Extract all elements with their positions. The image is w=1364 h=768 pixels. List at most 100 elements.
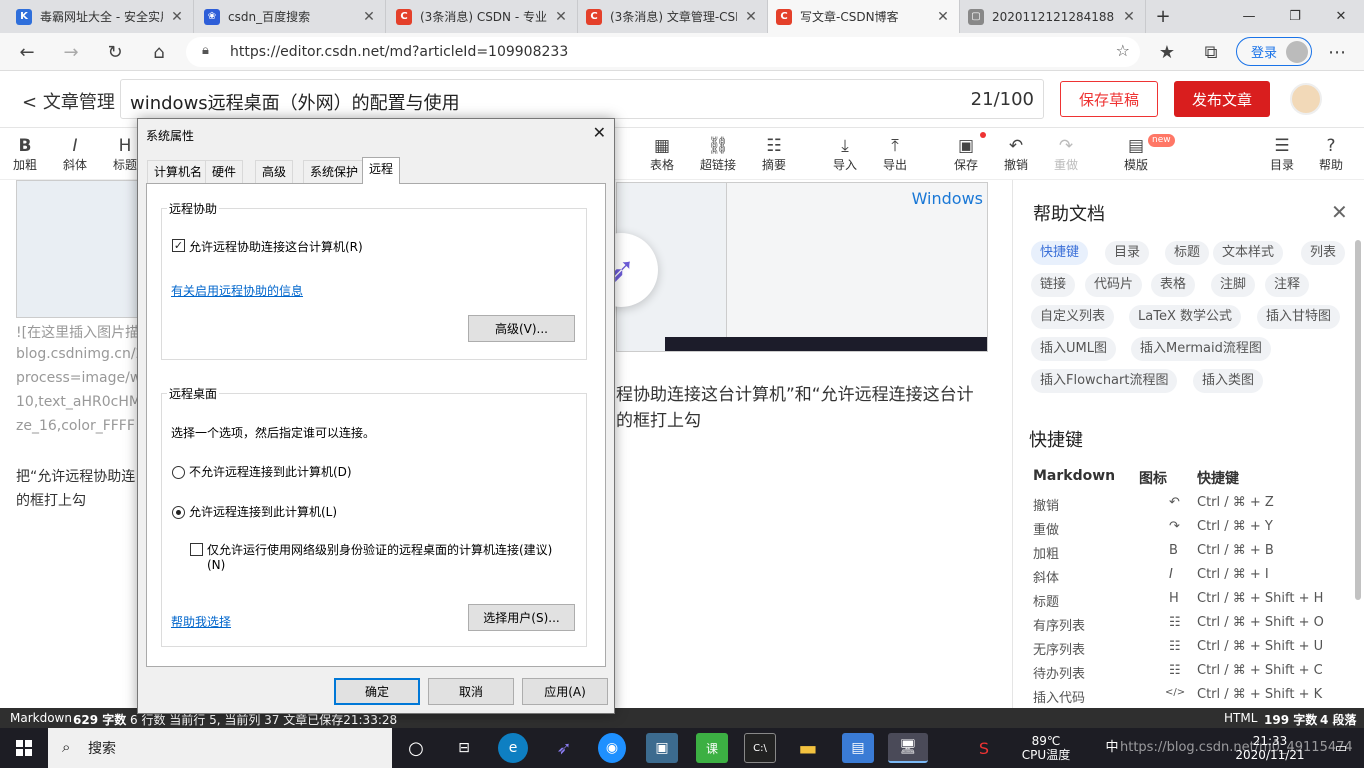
- help-tag[interactable]: 代码片: [1085, 273, 1143, 297]
- file-explorer-icon[interactable]: ▬: [792, 733, 824, 763]
- dialog-close-icon[interactable]: ✕: [593, 123, 606, 142]
- browser-tab[interactable]: K 毒霸网址大全 - 安全实用 ✕: [8, 0, 194, 33]
- tab-hardware[interactable]: 硬件: [205, 160, 244, 183]
- nla-only-label-suffix[interactable]: (N): [207, 558, 225, 572]
- home-icon[interactable]: ⌂: [146, 39, 172, 65]
- help-tag[interactable]: 自定义列表: [1031, 305, 1115, 329]
- help-tag[interactable]: 目录: [1105, 241, 1150, 265]
- course-app-icon[interactable]: 课: [696, 733, 728, 763]
- task-view-icon[interactable]: ⊟: [448, 733, 480, 763]
- back-arrow-icon[interactable]: ←: [14, 39, 40, 65]
- close-window-icon[interactable]: ✕: [1318, 0, 1364, 33]
- close-help-icon[interactable]: ✕: [1331, 200, 1348, 224]
- bird-app-icon[interactable]: ➶: [548, 733, 580, 763]
- help-tag[interactable]: 插入Mermaid流程图: [1131, 337, 1271, 361]
- publish-button[interactable]: 发布文章: [1174, 81, 1270, 117]
- apply-button[interactable]: 应用(A): [522, 678, 608, 705]
- refresh-icon[interactable]: ↻: [102, 39, 128, 65]
- system-properties-taskbar-icon[interactable]: 🖥︎: [888, 733, 928, 763]
- taskbar-search-box[interactable]: ⌕ 搜索: [48, 728, 392, 768]
- more-menu-icon[interactable]: ⋯: [1324, 39, 1350, 65]
- nla-only-label[interactable]: 仅允许运行使用网络级别身份验证的远程桌面的计算机连接(建议): [207, 541, 552, 558]
- help-tag[interactable]: LaTeX 数学公式: [1129, 305, 1241, 329]
- advanced-button[interactable]: 高级(V)...: [468, 315, 575, 342]
- help-tag[interactable]: 表格: [1151, 273, 1196, 297]
- browser-tab-active[interactable]: C 写文章-CSDN博客 ✕: [768, 0, 960, 33]
- help-tag[interactable]: 注释: [1265, 273, 1310, 297]
- summary-button[interactable]: ☷ 摘要: [756, 128, 792, 180]
- favorites-icon[interactable]: ★: [1154, 39, 1180, 65]
- chat-app-icon[interactable]: ◉: [598, 733, 626, 763]
- terminal-icon[interactable]: C:\: [744, 733, 776, 763]
- toc-button[interactable]: ☰ 目录: [1264, 128, 1300, 180]
- assistance-info-link[interactable]: 有关启用远程协助的信息: [171, 282, 303, 299]
- sogou-ime-icon[interactable]: S: [968, 733, 1000, 763]
- help-tag[interactable]: 注脚: [1211, 273, 1256, 297]
- login-button[interactable]: 登录: [1236, 37, 1312, 66]
- import-button[interactable]: ⤓ 导入: [827, 128, 863, 180]
- ok-button[interactable]: 确定: [334, 678, 420, 705]
- user-avatar[interactable]: [1290, 83, 1322, 115]
- italic-button[interactable]: I 斜体: [58, 128, 92, 180]
- edge-browser-icon[interactable]: e: [498, 733, 528, 763]
- tab-advanced[interactable]: 高级: [255, 160, 294, 183]
- allow-remote-label[interactable]: 允许远程连接到此计算机(L): [189, 503, 337, 520]
- help-tag[interactable]: 文本样式: [1213, 241, 1284, 265]
- close-tab-icon[interactable]: ✕: [169, 9, 185, 25]
- browser-tab[interactable]: ▢ 20201121212841886.png ✕: [960, 0, 1146, 33]
- help-scrollbar[interactable]: [1355, 240, 1361, 600]
- hyperlink-button[interactable]: ⛓ 超链接: [698, 128, 738, 180]
- cancel-button[interactable]: 取消: [428, 678, 514, 705]
- help-tag[interactable]: 插入甘特图: [1257, 305, 1341, 329]
- help-tag[interactable]: 标题: [1165, 241, 1210, 265]
- new-tab-icon[interactable]: +: [1146, 0, 1180, 33]
- browser-tab[interactable]: ❀ csdn_百度搜索 ✕: [196, 0, 386, 33]
- deny-remote-radio[interactable]: [172, 466, 185, 479]
- help-me-choose-link[interactable]: 帮助我选择: [171, 613, 231, 630]
- help-button[interactable]: ? 帮助: [1313, 128, 1349, 180]
- favorite-star-icon[interactable]: ☆: [1116, 41, 1130, 60]
- export-button[interactable]: ⤒ 导出: [877, 128, 913, 180]
- help-tag[interactable]: 链接: [1031, 273, 1076, 297]
- minimize-icon[interactable]: —: [1226, 0, 1272, 33]
- start-button[interactable]: [0, 728, 48, 768]
- notification-icon[interactable]: ▭: [1326, 733, 1356, 763]
- close-tab-icon[interactable]: ✕: [1121, 9, 1137, 25]
- tab-system-protection[interactable]: 系统保护: [303, 160, 366, 183]
- close-tab-icon[interactable]: ✕: [553, 9, 569, 25]
- tab-remote[interactable]: 远程: [362, 157, 401, 184]
- nla-only-checkbox[interactable]: [190, 543, 203, 556]
- select-users-button[interactable]: 选择用户(S)...: [468, 604, 575, 631]
- help-tag[interactable]: 列表: [1301, 241, 1346, 265]
- bold-button[interactable]: B 加粗: [8, 128, 42, 180]
- shortcut-keys: Ctrl / ⌘ + B: [1197, 543, 1274, 558]
- cortana-icon[interactable]: ○: [400, 733, 432, 763]
- forward-arrow-icon[interactable]: →: [58, 39, 84, 65]
- close-tab-icon[interactable]: ✕: [361, 9, 377, 25]
- article-title-input[interactable]: windows远程桌面（外网）的配置与使用 21/100: [120, 79, 1044, 119]
- allow-assistance-checkbox[interactable]: ✓: [172, 239, 185, 252]
- save-draft-button[interactable]: 保存草稿: [1060, 81, 1158, 117]
- allow-remote-radio[interactable]: [172, 506, 185, 519]
- restore-icon[interactable]: ❐: [1272, 0, 1318, 33]
- help-tag[interactable]: 快捷键: [1031, 241, 1089, 265]
- remote-app-icon[interactable]: ▣: [646, 733, 678, 763]
- deny-remote-label[interactable]: 不允许远程连接到此计算机(D): [189, 463, 352, 480]
- save-button[interactable]: ▣ 保存: [948, 128, 984, 180]
- redo-button[interactable]: ↷ 重做: [1048, 128, 1084, 180]
- close-tab-icon[interactable]: ✕: [743, 9, 759, 25]
- collections-icon[interactable]: ⧉: [1198, 39, 1224, 65]
- url-input[interactable]: 🔒︎ https://editor.csdn.net/md?articleId=…: [186, 37, 1140, 67]
- help-tag[interactable]: 插入Flowchart流程图: [1031, 369, 1178, 393]
- allow-assistance-label[interactable]: 允许远程协助连接这台计算机(R): [189, 238, 363, 255]
- table-button[interactable]: ▦ 表格: [644, 128, 680, 180]
- close-tab-icon[interactable]: ✕: [935, 9, 951, 25]
- undo-button[interactable]: ↶ 撤销: [998, 128, 1034, 180]
- app-window-icon[interactable]: ▤: [842, 733, 874, 763]
- tab-computer-name[interactable]: 计算机名: [147, 160, 210, 183]
- article-management-link[interactable]: < 文章管理: [22, 88, 115, 114]
- help-tag[interactable]: 插入UML图: [1031, 337, 1116, 361]
- browser-tab[interactable]: C (3条消息) 文章管理-CSD ✕: [578, 0, 768, 33]
- help-tag[interactable]: 插入类图: [1193, 369, 1264, 393]
- browser-tab[interactable]: C (3条消息) CSDN - 专业开 ✕: [388, 0, 578, 33]
